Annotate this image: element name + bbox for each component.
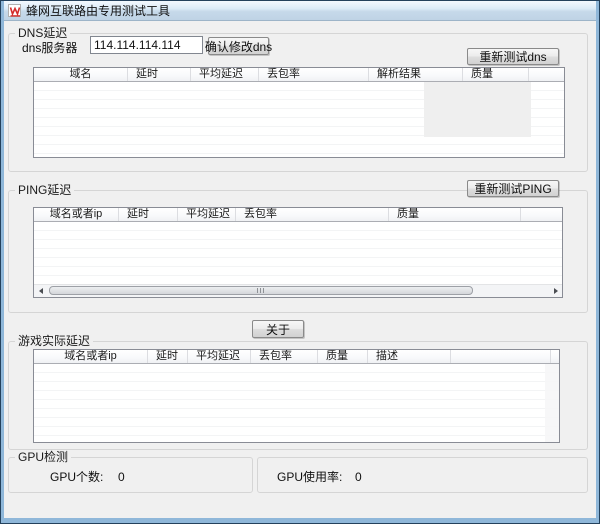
ping-table-header: 域名或者ip 延时 平均延迟 丢包率 质量 [34, 208, 562, 222]
column-header[interactable]: 域名或者ip [34, 208, 119, 221]
scrollbar-thumb[interactable] [49, 286, 473, 295]
scroll-right-icon [554, 288, 558, 294]
column-header[interactable]: 丢包率 [236, 208, 389, 221]
gpu-count-label: GPU个数: [50, 470, 103, 484]
game-table-body [34, 364, 559, 442]
column-header[interactable]: 域名或者ip [34, 350, 148, 363]
column-header[interactable]: 质量 [463, 68, 529, 81]
column-header[interactable]: 延时 [148, 350, 188, 363]
game-table-header: 域名或者ip 延时 平均延迟 丢包率 质量 描述 [34, 350, 559, 364]
scrollbar-grip-icon [257, 288, 265, 293]
dns-server-input[interactable] [90, 36, 203, 54]
empty-quality-area [424, 82, 531, 137]
about-button[interactable]: 关于 [252, 320, 304, 338]
gpu-section: GPU检测 [8, 457, 253, 493]
gpu-usage-label: GPU使用率: [277, 470, 342, 484]
column-header[interactable]: 延时 [119, 208, 178, 221]
app-icon [8, 4, 21, 17]
dns-table-body [34, 82, 564, 157]
column-header[interactable]: 平均延迟 [178, 208, 236, 221]
column-header[interactable]: 丢包率 [259, 68, 369, 81]
scroll-right-button[interactable] [549, 285, 562, 297]
column-header[interactable]: 域名 [34, 68, 128, 81]
ping-table-body [34, 222, 562, 284]
dns-server-label: dns服务器 [22, 41, 77, 55]
gpu-usage-value: 0 [355, 470, 362, 484]
column-header[interactable]: 质量 [389, 208, 521, 221]
column-header[interactable]: 平均延迟 [191, 68, 259, 81]
retest-dns-button[interactable]: 重新测试dns [467, 48, 559, 65]
column-header[interactable]: 延时 [128, 68, 191, 81]
window-title: 蜂网互联路由专用测试工具 [26, 2, 170, 19]
gpu-section-title: GPU检测 [15, 450, 71, 464]
gpu-count-value: 0 [118, 470, 125, 484]
game-latency-section-title: 游戏实际延迟 [15, 334, 93, 348]
column-header[interactable]: 描述 [368, 350, 451, 363]
column-header-empty [529, 68, 564, 81]
column-header[interactable]: 丢包率 [251, 350, 318, 363]
scroll-left-button[interactable] [34, 285, 47, 297]
ping-result-table: 域名或者ip 延时 平均延迟 丢包率 质量 [33, 207, 563, 298]
column-header-empty [451, 350, 551, 363]
dns-table-header: 域名 延时 平均延迟 丢包率 解析结果 质量 [34, 68, 564, 82]
scrollbar-track[interactable] [47, 285, 549, 297]
scroll-left-icon [39, 288, 43, 294]
column-header-empty [551, 350, 559, 363]
column-header[interactable]: 质量 [318, 350, 368, 363]
title-bar[interactable]: 蜂网互联路由专用测试工具 [1, 1, 599, 21]
dns-section-title: DNS延迟 [15, 26, 70, 40]
vertical-scroll-area [545, 364, 559, 442]
horizontal-scrollbar[interactable] [34, 284, 562, 297]
retest-ping-button[interactable]: 重新测试PING [467, 180, 559, 197]
confirm-dns-button[interactable]: 确认修改dns [208, 37, 269, 55]
column-header[interactable]: 平均延迟 [188, 350, 251, 363]
ping-section-title: PING延迟 [15, 183, 74, 197]
dns-result-table: 域名 延时 平均延迟 丢包率 解析结果 质量 [33, 67, 565, 158]
app-window: 蜂网互联路由专用测试工具 × DNS延迟 dns服务器 确认修改dns 重新测试… [0, 0, 600, 524]
column-header-empty [521, 208, 562, 221]
game-latency-table: 域名或者ip 延时 平均延迟 丢包率 质量 描述 [33, 349, 560, 443]
column-header[interactable]: 解析结果 [369, 68, 463, 81]
